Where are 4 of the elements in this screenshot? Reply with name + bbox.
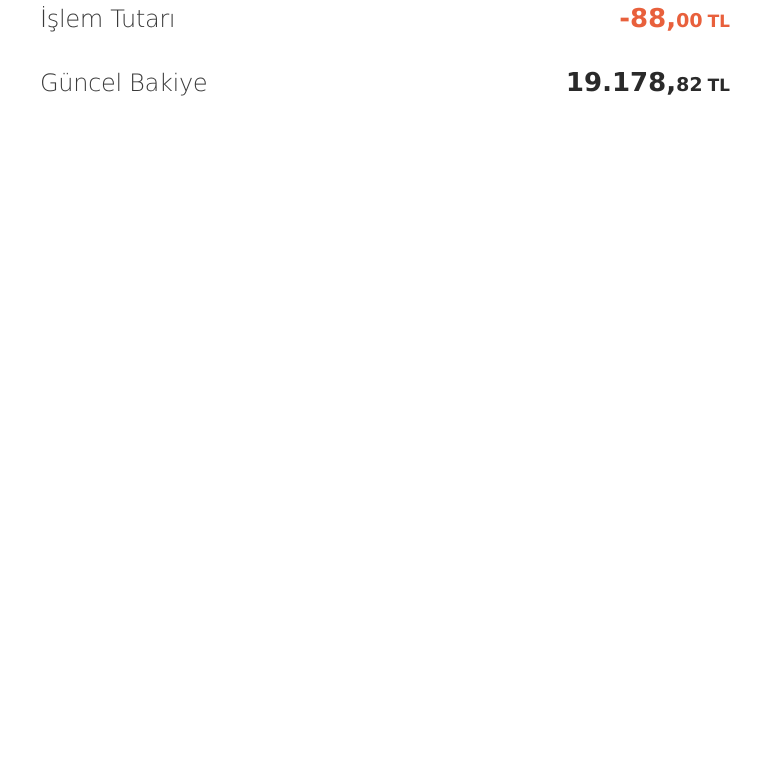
amount-value: 19.178,82 TL (566, 68, 730, 98)
amount-value: -88,00 TL (619, 4, 730, 34)
row-label: İşlem Tutarı (40, 5, 176, 33)
row-label: Güncel Bakiye (40, 69, 208, 97)
